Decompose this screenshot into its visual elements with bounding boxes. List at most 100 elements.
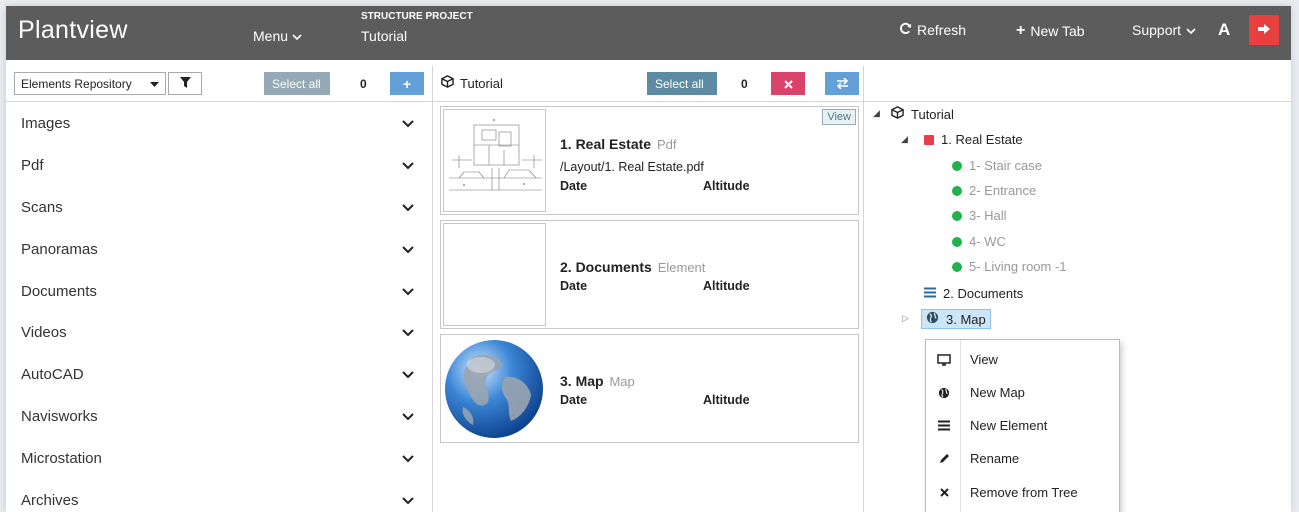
pencil-icon: [926, 453, 962, 465]
element-card[interactable]: 3. Map Map Date Altitude: [440, 334, 859, 443]
chevron-down-icon: [1186, 22, 1196, 38]
chevron-down-icon: [292, 28, 302, 44]
card-title-text: 3. Map: [560, 373, 604, 389]
chevron-down-icon[interactable]: [402, 450, 414, 467]
repository-dropdown[interactable]: Elements Repository: [14, 72, 166, 95]
caret-collapsed-icon[interactable]: ▷: [902, 313, 909, 324]
font-size-button[interactable]: A: [1218, 20, 1230, 40]
refresh-label: Refresh: [917, 22, 967, 38]
cube-icon: [891, 106, 904, 122]
category-item[interactable]: Documents: [6, 270, 432, 312]
context-menu-remove[interactable]: Remove from Tree: [926, 476, 1119, 509]
chevron-down-icon[interactable]: [402, 366, 414, 383]
context-menu-view[interactable]: View: [926, 343, 1119, 376]
delete-button[interactable]: [771, 72, 805, 95]
menu-dropdown[interactable]: Menu: [253, 28, 302, 44]
add-button[interactable]: +: [390, 72, 424, 95]
card-altitude-label: Altitude: [703, 179, 750, 193]
context-menu-label: New Map: [970, 385, 1025, 400]
category-item[interactable]: Images: [6, 103, 432, 145]
card-altitude-label: Altitude: [703, 279, 750, 293]
brand-logo[interactable]: Plantview: [18, 16, 128, 45]
column-divider: [863, 66, 864, 512]
monitor-icon: [926, 353, 962, 366]
category-item[interactable]: Scans: [6, 187, 432, 229]
tree-node-child[interactable]: 4- WC: [952, 234, 1006, 249]
lines-icon: [924, 286, 936, 301]
card-path: /Layout/1. Real Estate.pdf: [560, 160, 704, 174]
chevron-down-icon[interactable]: [402, 283, 414, 300]
context-menu-new-element[interactable]: New Element: [926, 409, 1119, 442]
tree-node-child[interactable]: 1- Stair case: [952, 158, 1042, 173]
category-label: Panoramas: [21, 240, 98, 258]
support-dropdown[interactable]: Support: [1132, 22, 1196, 38]
refresh-button[interactable]: Refresh: [899, 22, 966, 38]
chevron-down-icon[interactable]: [402, 115, 414, 132]
category-label: AutoCAD: [21, 366, 84, 384]
category-item[interactable]: Videos: [6, 312, 432, 354]
repository-label: Elements Repository: [21, 76, 132, 91]
element-thumbnail: [443, 223, 546, 326]
select-all-button[interactable]: Select all: [264, 72, 330, 95]
context-menu-label: Rename: [970, 451, 1020, 466]
select-all-button[interactable]: Select all: [647, 72, 717, 95]
category-label: Videos: [21, 324, 67, 342]
tree-node-label: 4- WC: [969, 234, 1006, 249]
tree-node-map[interactable]: 3. Map: [921, 309, 991, 329]
swap-button[interactable]: [825, 72, 859, 95]
refresh-icon: [899, 22, 912, 38]
logout-button[interactable]: [1249, 15, 1279, 45]
category-label: Archives: [21, 491, 79, 509]
tree-node-label: 3- Hall: [969, 208, 1007, 223]
new-tab-button[interactable]: + New Tab: [1016, 22, 1085, 40]
context-menu: View New Map New Element Rename Remove f…: [925, 339, 1120, 512]
context-menu-new-map[interactable]: New Map: [926, 376, 1119, 409]
tree-root-label: Tutorial: [911, 106, 954, 122]
status-dot-icon: [952, 160, 962, 171]
tree-toolbar: [864, 66, 1291, 102]
chevron-down-icon[interactable]: [402, 241, 414, 258]
element-card[interactable]: 2. Documents Element Date Altitude: [440, 220, 859, 329]
category-item[interactable]: Navisworks: [6, 396, 432, 438]
tree-node-documents[interactable]: 2. Documents: [924, 286, 1023, 301]
category-item[interactable]: Archives: [6, 479, 432, 512]
chevron-down-icon[interactable]: [402, 157, 414, 174]
chevron-down-icon[interactable]: [402, 199, 414, 216]
chevron-down-icon[interactable]: [402, 492, 414, 509]
tree-node-real-estate[interactable]: 1. Real Estate: [924, 132, 1023, 147]
tree-node-child[interactable]: 2- Entrance: [952, 183, 1036, 198]
tree-node-label: 3. Map: [946, 311, 986, 327]
chevron-down-icon[interactable]: [402, 408, 414, 425]
project-type-label: STRUCTURE PROJECT: [361, 11, 473, 22]
support-label: Support: [1132, 22, 1182, 38]
caret-expanded-icon[interactable]: ◢: [901, 134, 908, 145]
category-label: Pdf: [21, 157, 44, 175]
chevron-down-icon[interactable]: [402, 324, 414, 341]
view-button[interactable]: View: [822, 109, 856, 125]
card-altitude-label: Altitude: [703, 393, 750, 407]
swap-icon: [836, 76, 849, 92]
category-item[interactable]: Panoramas: [6, 228, 432, 270]
card-title: 3. Map Map: [560, 373, 635, 389]
caret-expanded-icon[interactable]: ◢: [873, 108, 880, 119]
tree-node-label: 2. Documents: [943, 286, 1024, 301]
context-menu-rename[interactable]: Rename: [926, 442, 1119, 475]
element-card[interactable]: 1. Real Estate Pdf /Layout/1. Real Estat…: [440, 106, 859, 215]
category-item[interactable]: AutoCAD: [6, 354, 432, 396]
tree-node-child[interactable]: 5- Living room -1: [952, 259, 1067, 274]
tree-node-child[interactable]: 3- Hall: [952, 208, 1007, 223]
category-item[interactable]: Pdf: [6, 145, 432, 187]
category-label: Scans: [21, 198, 63, 216]
cube-icon: [441, 75, 454, 91]
elements-title: Tutorial: [441, 75, 503, 91]
globe-icon: [926, 311, 939, 327]
filter-button[interactable]: [168, 72, 202, 95]
selection-count: 0: [741, 77, 748, 91]
category-label: Documents: [21, 282, 97, 300]
app-window: Plantview Menu STRUCTURE PROJECT Tutoria…: [6, 6, 1291, 512]
tree-node-label: 1. Real Estate: [941, 132, 1023, 147]
category-item[interactable]: Microstation: [6, 437, 432, 479]
card-date-label: Date: [560, 393, 588, 407]
tree-root[interactable]: Tutorial: [891, 106, 954, 122]
status-dot-icon: [952, 185, 962, 196]
